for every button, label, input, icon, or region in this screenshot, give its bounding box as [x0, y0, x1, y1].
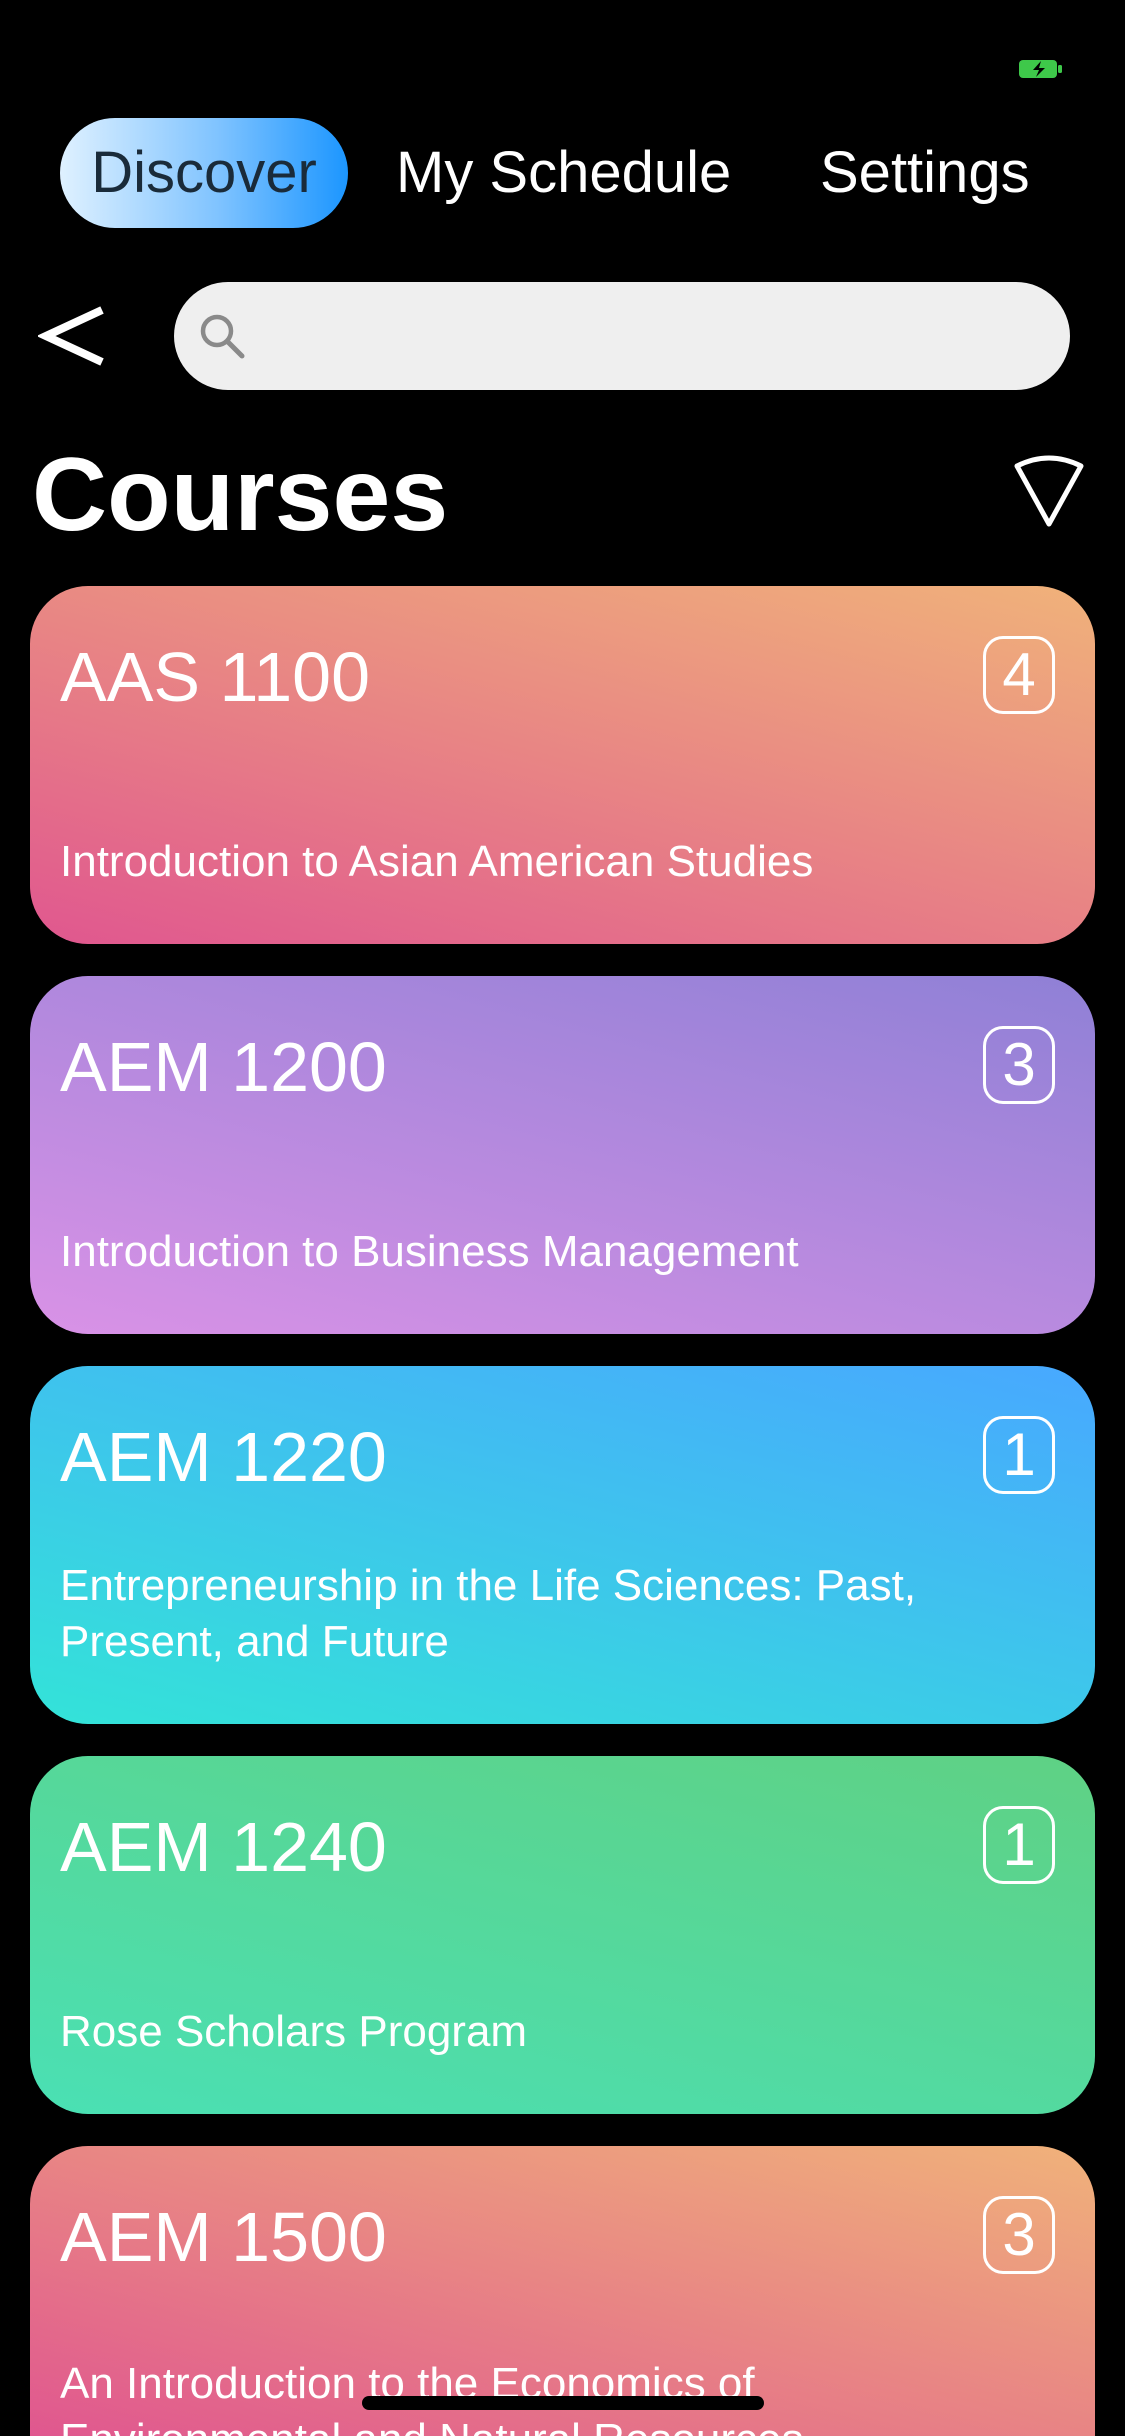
course-card-aem-1240[interactable]: AEM 1240 1 Rose Scholars Program — [30, 1756, 1095, 2114]
course-name: Rose Scholars Program — [60, 2007, 528, 2056]
course-card-aem-1500[interactable]: AEM 1500 3 An Introduction to the Econom… — [30, 2146, 1095, 2436]
tab-settings[interactable]: Settings — [820, 118, 1030, 228]
course-card-aem-1220[interactable]: AEM 1220 1 Entrepreneurship in the Life … — [30, 1366, 1095, 1724]
course-code: AEM 1240 — [60, 1808, 387, 1886]
course-code: AAS 1100 — [60, 638, 371, 716]
chevron-left-icon[interactable] — [38, 300, 110, 372]
page-title: Courses — [32, 437, 449, 553]
home-indicator[interactable] — [362, 2396, 764, 2410]
credit-badge: 4 — [983, 636, 1055, 714]
course-code: AEM 1500 — [60, 2198, 387, 2276]
credit-badge: 1 — [983, 1806, 1055, 1884]
search-icon — [200, 314, 245, 359]
tab-discover[interactable]: Discover — [60, 118, 348, 228]
top-tab-bar: Discover My Schedule Settings — [60, 118, 1065, 228]
filter-triangle-icon[interactable] — [1009, 452, 1089, 532]
search-row — [0, 282, 1125, 392]
battery-charging-icon — [1019, 60, 1062, 78]
credit-badge: 1 — [983, 1416, 1055, 1494]
status-bar — [0, 0, 1125, 110]
course-card-aas-1100[interactable]: AAS 1100 4 Introduction to Asian America… — [30, 586, 1095, 944]
credit-badge: 3 — [983, 2196, 1055, 2274]
search-field[interactable] — [174, 282, 1070, 392]
tab-my-schedule[interactable]: My Schedule — [396, 118, 731, 228]
course-name: Introduction to Business Management — [60, 1227, 799, 1276]
course-code: AEM 1220 — [60, 1418, 387, 1496]
course-code: AEM 1200 — [60, 1028, 387, 1106]
course-name: Introduction to Asian American Studies — [60, 837, 814, 886]
search-input[interactable] — [262, 282, 1046, 392]
course-card-aem-1200[interactable]: AEM 1200 3 Introduction to Business Mana… — [30, 976, 1095, 1334]
course-name: Entrepreneurship in the Life Sciences: P… — [60, 1561, 917, 1666]
credit-badge: 3 — [983, 1026, 1055, 1104]
